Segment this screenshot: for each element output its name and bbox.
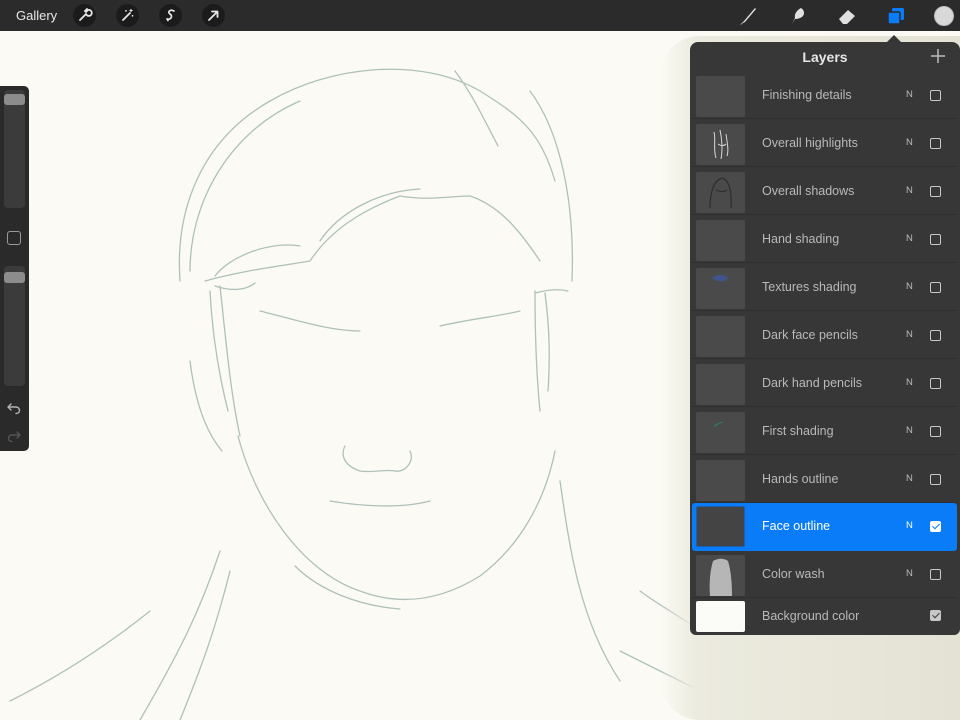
layer-name: Finishing details — [762, 88, 852, 102]
opacity-slider[interactable] — [4, 266, 25, 386]
layer-name: Dark face pencils — [762, 328, 858, 342]
layer-thumbnail — [696, 460, 745, 501]
layer-thumbnail — [696, 76, 745, 117]
layers-icon[interactable] — [884, 4, 908, 28]
gallery-button[interactable]: Gallery — [16, 8, 57, 23]
layer-thumbnail — [696, 601, 745, 632]
layers-panel: Layers Finishing details N Overall highl… — [690, 42, 960, 635]
blend-mode-button[interactable]: N — [906, 377, 913, 388]
layer-name: Dark hand pencils — [762, 376, 863, 390]
brush-size-slider[interactable] — [4, 90, 25, 208]
visibility-checkbox[interactable] — [930, 330, 941, 341]
layer-row-active[interactable]: Face outline N — [692, 503, 957, 551]
visibility-checkbox[interactable] — [930, 569, 941, 580]
layer-thumbnail — [696, 268, 745, 309]
layer-name: Background color — [762, 609, 860, 623]
layer-thumbnail — [696, 555, 745, 596]
layer-thumbnail — [696, 172, 745, 213]
blend-mode-button[interactable]: N — [906, 473, 913, 484]
visibility-checkbox[interactable] — [930, 90, 941, 101]
layer-row[interactable]: Dark face pencils N — [692, 313, 957, 359]
layer-row[interactable]: Overall highlights N — [692, 121, 957, 167]
redo-icon[interactable] — [6, 428, 22, 444]
visibility-checkbox[interactable] — [930, 521, 941, 532]
layer-name: First shading — [762, 424, 834, 438]
layer-name: Hand shading — [762, 232, 840, 246]
layer-thumbnail — [696, 220, 745, 261]
layer-name: Hands outline — [762, 472, 839, 486]
layer-thumbnail — [696, 316, 745, 357]
blend-mode-button[interactable]: N — [906, 329, 913, 340]
layer-thumbnail — [696, 124, 745, 165]
layer-thumbnail — [696, 506, 745, 547]
layer-name: Overall highlights — [762, 136, 858, 150]
layer-name: Overall shadows — [762, 184, 855, 198]
blend-mode-button[interactable]: N — [906, 233, 913, 244]
top-toolbar: Gallery — [0, 0, 960, 31]
layer-row[interactable]: First shading N — [692, 409, 957, 455]
layer-row[interactable]: Dark hand pencils N — [692, 361, 957, 407]
transform-arrow-icon[interactable] — [202, 4, 225, 27]
selection-icon[interactable] — [159, 4, 182, 27]
layer-row[interactable]: Overall shadows N — [692, 169, 957, 215]
visibility-checkbox[interactable] — [930, 186, 941, 197]
modify-square-icon[interactable] — [7, 231, 21, 245]
visibility-checkbox[interactable] — [930, 138, 941, 149]
layer-row[interactable]: Hand shading N — [692, 217, 957, 263]
blend-mode-button[interactable]: N — [906, 137, 913, 148]
blend-mode-button[interactable]: N — [906, 185, 913, 196]
layer-row[interactable]: Textures shading N — [692, 265, 957, 311]
layer-thumbnail — [696, 364, 745, 405]
layer-name: Color wash — [762, 567, 825, 581]
color-swatch-button[interactable] — [934, 6, 954, 26]
layer-name: Face outline — [762, 519, 831, 533]
layer-thumbnail — [696, 412, 745, 453]
undo-icon[interactable] — [6, 400, 22, 416]
layer-row[interactable]: Color wash N — [692, 552, 957, 598]
visibility-checkbox[interactable] — [930, 234, 941, 245]
layer-row[interactable]: Finishing details N — [692, 73, 957, 119]
brush-icon[interactable] — [736, 4, 760, 28]
layer-row-background[interactable]: Background color — [692, 598, 957, 635]
visibility-checkbox[interactable] — [930, 378, 941, 389]
visibility-checkbox[interactable] — [930, 474, 941, 485]
magic-wand-icon[interactable] — [116, 4, 139, 27]
smudge-icon[interactable] — [786, 4, 810, 28]
blend-mode-button[interactable]: N — [906, 520, 913, 531]
visibility-checkbox[interactable] — [930, 282, 941, 293]
brush-size-handle[interactable] — [4, 94, 25, 106]
left-sidebar — [0, 86, 29, 451]
plus-icon[interactable] — [930, 48, 946, 64]
visibility-checkbox[interactable] — [930, 610, 941, 621]
blend-mode-button[interactable]: N — [906, 89, 913, 100]
wrench-icon[interactable] — [73, 4, 96, 27]
layer-name: Textures shading — [762, 280, 857, 294]
opacity-handle[interactable] — [4, 272, 25, 284]
eraser-icon[interactable] — [835, 4, 859, 28]
layer-row[interactable]: Hands outline N — [692, 457, 957, 503]
blend-mode-button[interactable]: N — [906, 425, 913, 436]
layers-panel-title: Layers — [802, 49, 848, 65]
visibility-checkbox[interactable] — [930, 426, 941, 437]
blend-mode-button[interactable]: N — [906, 568, 913, 579]
blend-mode-button[interactable]: N — [906, 281, 913, 292]
